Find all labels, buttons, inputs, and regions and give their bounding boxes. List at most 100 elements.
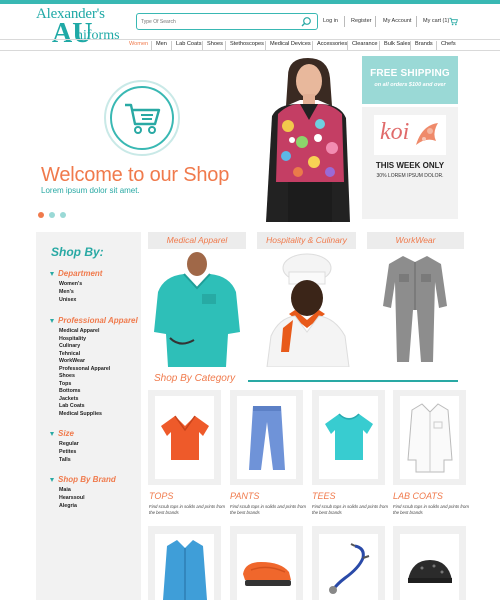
caret-down-icon [50, 318, 54, 323]
filter-item[interactable]: Medical Apparel [59, 328, 99, 334]
category-hospitality[interactable]: Hospitality & Culinary [257, 232, 356, 249]
this-week-text: THIS WEEK ONLY [375, 161, 445, 170]
product-card-tops[interactable] [148, 390, 221, 485]
carousel-dot-active[interactable] [38, 212, 44, 218]
product-image-frame [155, 534, 214, 600]
filter-item[interactable]: Jackets [59, 396, 78, 402]
nav-medical-devices[interactable]: Medical Devices [270, 41, 311, 47]
product-title-tees[interactable]: TEES [312, 491, 336, 501]
nav-brands[interactable]: Brands [415, 41, 433, 47]
workwear-coverall-image[interactable] [369, 252, 462, 367]
login-link[interactable]: Log in [323, 18, 338, 24]
product-card-tees[interactable] [312, 390, 385, 485]
filter-item-womens[interactable]: Women's [59, 281, 82, 287]
nav-lab-coats[interactable]: Lab Coats [176, 41, 202, 47]
register-link[interactable]: Register [351, 18, 371, 24]
filter-item-mens[interactable]: Men's [59, 289, 74, 295]
filter-item[interactable]: Shoes [59, 373, 75, 379]
filter-department-heading[interactable]: Department [50, 269, 102, 278]
product-desc: Find scrub tops in solids and prints fro… [149, 504, 225, 515]
product-card-lab-coats[interactable] [393, 390, 466, 485]
scrub-cap-image [408, 560, 452, 583]
koi-fish-graphic [416, 123, 438, 145]
nav-men[interactable]: Men [156, 41, 167, 47]
hero-subtitle: Lorem ipsum dolor sit amet. [41, 186, 140, 195]
product-image-frame [319, 534, 378, 600]
filter-item[interactable]: Alegria [59, 503, 77, 509]
product-card-jacket[interactable] [148, 526, 221, 600]
filter-item[interactable]: Hearssoul [59, 495, 85, 501]
filter-item[interactable]: Hospitality [59, 336, 86, 342]
nav-divider [225, 41, 226, 50]
filter-item[interactable]: Medical Supplies [59, 411, 102, 417]
free-shipping-banner[interactable]: FREE SHIPPING on all orders $100 and ove… [362, 56, 458, 104]
nav-divider [379, 41, 380, 50]
category-workwear[interactable]: WorkWear [367, 232, 464, 249]
product-image-frame [319, 396, 378, 479]
nav-divider [436, 41, 437, 50]
filter-heading-label: Professional Apparel [58, 316, 138, 325]
filter-item[interactable]: WorkWear [59, 358, 85, 364]
filter-professional-heading[interactable]: Professional Apparel [50, 316, 138, 325]
filter-item[interactable]: Talls [59, 457, 71, 463]
stethoscope-image [329, 543, 370, 594]
shop-by-sidebar: Shop By: Department Women's Men's Unisex… [36, 232, 141, 600]
nav-accessories[interactable]: Accessories [317, 41, 347, 47]
caret-down-icon [50, 431, 54, 436]
filter-heading-label: Size [58, 429, 75, 438]
filter-item[interactable]: Tehnical [59, 351, 80, 357]
product-card-scrub-cap[interactable] [393, 526, 466, 600]
nav-women[interactable]: Women [129, 41, 148, 47]
filter-brand-heading[interactable]: Shop By Brand [50, 475, 116, 484]
medical-apparel-image[interactable] [150, 252, 244, 367]
cart-link[interactable]: My cart (1) [423, 18, 449, 24]
caret-down-icon [50, 271, 54, 276]
filter-item-unisex[interactable]: Unisex [59, 297, 76, 303]
filter-item[interactable]: Lab Coats [59, 403, 85, 409]
product-card-shoes[interactable] [230, 526, 303, 600]
nav-clearance[interactable]: Clearance [352, 41, 378, 47]
filter-item[interactable]: Petites [59, 449, 76, 455]
nav-bulk-sales[interactable]: Bulk Sales [384, 41, 410, 47]
filter-item[interactable]: Maia [59, 487, 71, 493]
main-nav: Women Men Lab Coats Shoes Stethoscopes M… [0, 39, 500, 51]
koi-promo[interactable]: koi THIS WEEK ONLY 30% LOREM IPSUM DOLOR… [362, 107, 458, 219]
filter-item[interactable]: Professonal Apparel [59, 366, 110, 372]
nav-shoes[interactable]: Shoes [207, 41, 223, 47]
hospitality-chef-image[interactable] [259, 252, 355, 367]
account-link[interactable]: My Account [383, 18, 411, 24]
filter-item[interactable]: Tops [59, 381, 71, 387]
nav-divider [202, 41, 203, 50]
filter-heading-label: Shop By Brand [58, 475, 116, 484]
header-divider [375, 16, 376, 27]
category-medical-apparel[interactable]: Medical Apparel [148, 232, 246, 249]
nav-divider [347, 41, 348, 50]
cart-icon[interactable] [449, 17, 458, 26]
sidebar-title: Shop By: [51, 245, 104, 259]
product-title-lab-coats[interactable]: LAB COATS [393, 491, 443, 501]
filter-size-heading[interactable]: Size [50, 429, 74, 438]
product-image-frame [237, 396, 296, 479]
product-image-frame [400, 396, 459, 479]
nav-chefs[interactable]: Chefs [441, 41, 456, 47]
shop-by-category-heading: Shop By Category [154, 373, 236, 384]
hero-title: Welcome to our Shop [41, 164, 230, 186]
product-desc: Find scrub tops in solids and prints fro… [230, 504, 306, 515]
product-title-pants[interactable]: PANTS [230, 491, 259, 501]
search-input[interactable] [141, 16, 291, 28]
pants-image [249, 406, 285, 470]
filter-item[interactable]: Bottoms [59, 388, 80, 394]
nav-stethoscopes[interactable]: Stethoscopes [230, 41, 264, 47]
product-card-pants[interactable] [230, 390, 303, 485]
product-card-stethoscope[interactable] [312, 526, 385, 600]
carousel-dot[interactable] [49, 212, 55, 218]
product-image-frame [400, 534, 459, 600]
search-icon[interactable] [300, 16, 312, 28]
product-title-tops[interactable]: TOPS [149, 491, 173, 501]
product-image-frame [237, 534, 296, 600]
lab-coat-image [407, 403, 453, 473]
filter-item[interactable]: Culinary [59, 343, 80, 349]
filter-item[interactable]: Regular [59, 441, 79, 447]
carousel-dot[interactable] [60, 212, 66, 218]
tees-image [325, 413, 373, 460]
